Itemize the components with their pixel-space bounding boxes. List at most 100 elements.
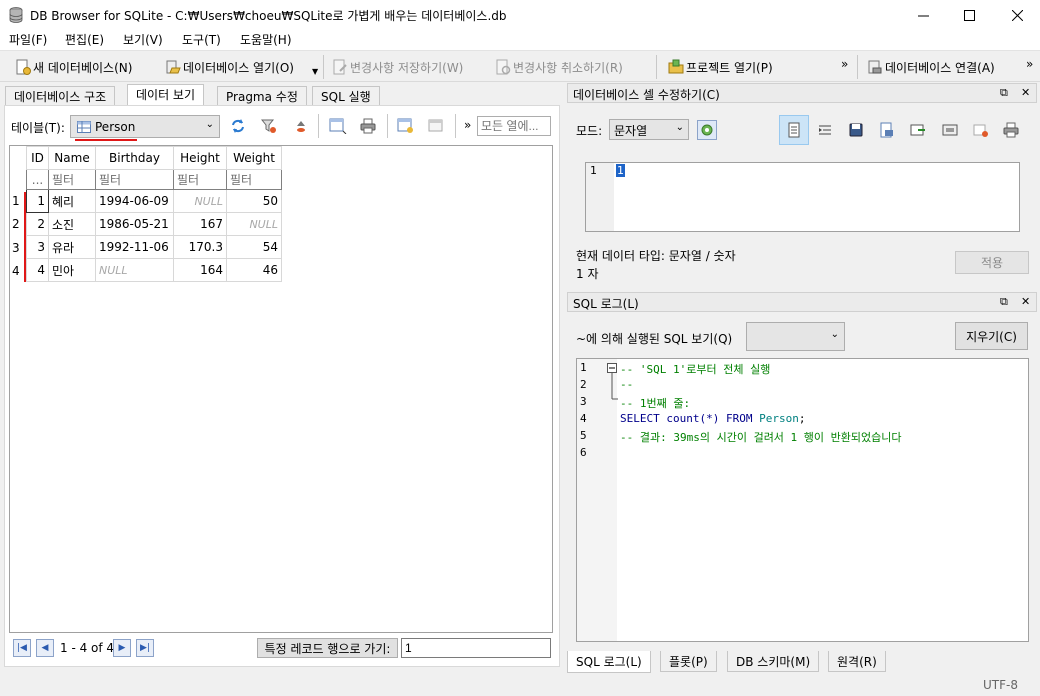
- menu-tools[interactable]: 도구(T): [180, 31, 223, 48]
- copy-button[interactable]: [940, 120, 960, 140]
- open-dropdown-arrow-icon[interactable]: ▼: [312, 67, 318, 76]
- cell-weight[interactable]: 54: [226, 235, 282, 259]
- float-icon[interactable]: ⧉: [1000, 86, 1008, 100]
- print-cell-button[interactable]: [1001, 120, 1021, 140]
- sql-log-view[interactable]: 1 2 3 4 5 6 -- 'SQL 1'로부터 전체 실행 -- -- 1번…: [576, 358, 1029, 642]
- export-button[interactable]: [877, 120, 897, 140]
- row-number[interactable]: 1: [12, 194, 20, 208]
- cell-editor[interactable]: 1 1: [585, 162, 1020, 232]
- table-row[interactable]: 1 혜리 1994-06-09 NULL 50: [26, 189, 282, 213]
- insert-record-button[interactable]: [396, 116, 416, 136]
- first-record-button[interactable]: |◀: [13, 639, 31, 657]
- close-icon[interactable]: ✕: [1021, 295, 1030, 308]
- mode-select[interactable]: 문자열 ⌄: [609, 119, 689, 140]
- filter-overflow-button[interactable]: »: [464, 118, 471, 132]
- attach-database-button[interactable]: 데이터베이스 연결(A): [867, 56, 995, 78]
- menu-view[interactable]: 보기(V): [121, 31, 165, 48]
- cell-weight[interactable]: NULL: [226, 212, 282, 236]
- tab-edit-pragmas[interactable]: Pragma 수정: [217, 86, 307, 105]
- minimize-button[interactable]: [900, 0, 946, 30]
- filter-input-height[interactable]: 필터: [173, 169, 227, 190]
- table-row[interactable]: 2 소진 1986-05-21 167 NULL: [26, 212, 282, 236]
- filter-input-name[interactable]: 필터: [48, 169, 96, 190]
- table-row[interactable]: 4 민아 NULL 164 46: [26, 258, 282, 282]
- row-number[interactable]: 3: [12, 241, 20, 255]
- auto-switch-mode-button[interactable]: [697, 120, 717, 140]
- tab-database-structure[interactable]: 데이터베이스 구조: [5, 86, 116, 105]
- cell-id[interactable]: 4: [26, 258, 49, 282]
- cell-name[interactable]: 민아: [48, 258, 96, 282]
- refresh-button[interactable]: [228, 116, 248, 136]
- tab-execute-sql[interactable]: SQL 실행: [312, 86, 380, 105]
- toolbar-overflow-button-2[interactable]: »: [1026, 57, 1033, 71]
- clear-filters-button[interactable]: [259, 116, 279, 136]
- cell-birthday[interactable]: 1992-11-06: [95, 235, 174, 259]
- revert-changes-button[interactable]: 변경사항 취소하기(R): [495, 56, 623, 78]
- delete-record-button[interactable]: [426, 116, 446, 136]
- table-row[interactable]: 3 유라 1992-11-06 170.3 54: [26, 235, 282, 259]
- clear-cell-button[interactable]: [971, 120, 991, 140]
- menu-file[interactable]: 파일(F): [7, 31, 49, 48]
- column-header-id[interactable]: ID: [26, 146, 49, 170]
- cell-id[interactable]: 2: [26, 212, 49, 236]
- column-header-name[interactable]: Name: [48, 146, 96, 170]
- word-wrap-button[interactable]: [779, 115, 809, 145]
- open-project-button[interactable]: 프로젝트 열기(P): [668, 56, 773, 78]
- cell-weight[interactable]: 50: [226, 189, 282, 213]
- sort-button[interactable]: [291, 116, 311, 136]
- next-record-button[interactable]: ▶: [113, 639, 131, 657]
- last-record-button[interactable]: ▶|: [136, 639, 154, 657]
- cell-height[interactable]: 170.3: [173, 235, 227, 259]
- cell-birthday[interactable]: 1994-06-09: [95, 189, 174, 213]
- cell-id[interactable]: 3: [26, 235, 49, 259]
- cell-name[interactable]: 혜리: [48, 189, 96, 213]
- cell-name[interactable]: 소진: [48, 212, 96, 236]
- column-header-height[interactable]: Height: [173, 146, 227, 170]
- filter-input-weight[interactable]: 필터: [226, 169, 282, 190]
- save-table-button[interactable]: [328, 116, 348, 136]
- filter-all-columns-input[interactable]: [477, 116, 551, 136]
- maximize-button[interactable]: [946, 0, 992, 30]
- indent-button[interactable]: [815, 120, 835, 140]
- clear-log-button[interactable]: 지우기(C): [955, 322, 1028, 350]
- set-null-button[interactable]: [908, 120, 928, 140]
- toolbar-overflow-button[interactable]: »: [841, 57, 848, 71]
- tab-browse-data[interactable]: 데이터 보기: [127, 84, 205, 106]
- close-window-button[interactable]: [994, 0, 1040, 30]
- apply-button[interactable]: 적용: [955, 251, 1029, 274]
- cell-birthday[interactable]: 1986-05-21: [95, 212, 174, 236]
- goto-record-button[interactable]: 특정 레코드 행으로 가기:: [257, 638, 398, 658]
- tab-remote[interactable]: 원격(R): [828, 651, 886, 672]
- cell-height[interactable]: NULL: [173, 189, 227, 213]
- row-number[interactable]: 2: [12, 217, 20, 231]
- cell-height[interactable]: 164: [173, 258, 227, 282]
- open-database-button[interactable]: 데이터베이스 열기(O): [165, 56, 294, 78]
- cell-height[interactable]: 167: [173, 212, 227, 236]
- column-header-birthday[interactable]: Birthday: [95, 146, 174, 170]
- tab-plot[interactable]: 플롯(P): [660, 651, 717, 672]
- table-select[interactable]: Person ⌄: [70, 115, 220, 138]
- row-number[interactable]: 4: [12, 264, 20, 278]
- float-icon[interactable]: ⧉: [1000, 295, 1008, 309]
- menu-help[interactable]: 도움말(H): [238, 31, 294, 48]
- data-grid[interactable]: ID Name Birthday Height Weight ... 필터 필터…: [9, 145, 553, 633]
- new-database-button[interactable]: 새 데이터베이스(N): [15, 56, 132, 78]
- previous-record-button[interactable]: ◀: [36, 639, 54, 657]
- column-header-weight[interactable]: Weight: [226, 146, 282, 170]
- fold-collapse-icon[interactable]: [607, 363, 619, 403]
- cell-birthday[interactable]: NULL: [95, 258, 174, 282]
- cell-id[interactable]: 1: [26, 189, 49, 213]
- tab-db-schema[interactable]: DB 스키마(M): [727, 651, 820, 672]
- cell-weight[interactable]: 46: [226, 258, 282, 282]
- sql-submitted-by-select[interactable]: ⌄: [746, 322, 845, 351]
- close-icon[interactable]: ✕: [1021, 86, 1030, 99]
- filter-input-birthday[interactable]: 필터: [95, 169, 174, 190]
- tab-sql-log[interactable]: SQL 로그(L): [567, 651, 651, 673]
- write-changes-button[interactable]: 변경사항 저장하기(W): [332, 56, 463, 78]
- menu-edit[interactable]: 편집(E): [63, 31, 106, 48]
- print-button[interactable]: [358, 116, 378, 136]
- import-button[interactable]: [846, 120, 866, 140]
- goto-record-input[interactable]: [401, 638, 551, 658]
- cell-name[interactable]: 유라: [48, 235, 96, 259]
- cell-value[interactable]: 1: [616, 164, 625, 177]
